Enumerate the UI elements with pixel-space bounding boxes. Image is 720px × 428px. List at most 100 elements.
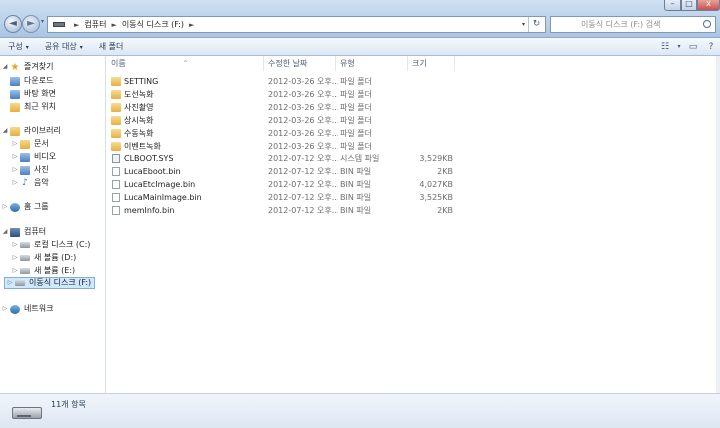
expand-icon[interactable]: ▷ (10, 239, 20, 251)
title-bar: – □ x ◄ ► ▾ ► 컴퓨터 ► 이동식 디스크 (F:) ► ▾ ↻ 이… (0, 0, 720, 38)
column-header-type[interactable]: 유형 (336, 56, 408, 71)
sidebar-item-pictures[interactable]: ▷ 사진 (10, 164, 49, 176)
sidebar-item-local-disk-c[interactable]: ▷ 로컬 디스크 (C:) (10, 239, 91, 251)
column-header-date[interactable]: 수정한 날짜 (264, 56, 336, 71)
file-icon (112, 193, 120, 203)
back-button[interactable]: ◄ (4, 15, 22, 33)
folder-icon (111, 102, 121, 112)
file-type: 파일 폴더 (340, 89, 372, 99)
file-name: 도선녹화 (124, 89, 154, 99)
expanded-icon[interactable]: ◢ (0, 125, 10, 137)
column-header-name[interactable]: 이름 ^ (107, 56, 264, 71)
breadcrumb-computer[interactable]: 컴퓨터 (84, 19, 106, 30)
file-name: 상시녹화 (124, 115, 154, 125)
file-date: 2012-03-26 오후... (268, 128, 338, 138)
expand-icon[interactable]: ▷ (10, 138, 20, 150)
breadcrumb-removable-disk[interactable]: 이동식 디스크 (F:) (122, 19, 184, 30)
search-icon[interactable] (703, 20, 711, 28)
recent-pages-dropdown[interactable]: ▾ (41, 18, 44, 25)
file-row[interactable]: LucaEboot.bin 2012-07-12 오후... BIN 파일 2KB (107, 165, 467, 178)
minimize-button[interactable]: – (664, 0, 681, 11)
sidebar-item-label: 새 볼륨 (E:) (34, 266, 76, 275)
preview-pane-icon[interactable]: ▭ (684, 38, 702, 56)
sidebar-item-downloads[interactable]: 다운로드 (10, 75, 53, 87)
close-button[interactable]: x (697, 0, 720, 11)
expand-icon[interactable]: ▷ (10, 164, 20, 176)
sidebar-item-videos[interactable]: ▷ 비디오 (10, 151, 56, 163)
sidebar-item-network[interactable]: ▷ 네트워크 (0, 303, 53, 315)
expand-icon[interactable]: ▷ (10, 252, 20, 264)
address-bar[interactable]: ► 컴퓨터 ► 이동식 디스크 (F:) ► ▾ ↻ (47, 16, 546, 33)
expand-icon[interactable]: ▷ (10, 151, 20, 163)
file-row[interactable]: 수동녹화 2012-03-26 오후... 파일 폴더 (107, 127, 467, 140)
navigation-pane[interactable]: ◢ ★ 즐겨찾기 다운로드 바탕 화면 최근 위치 ◢ 라이브러리 ▷ 문서 ▷… (0, 56, 106, 393)
sidebar-item-homegroup[interactable]: ▷ 홈 그룹 (0, 201, 49, 213)
minimize-icon: – (670, 0, 675, 8)
sidebar-item-recent-places[interactable]: 최근 위치 (10, 101, 56, 113)
file-date: 2012-03-26 오후... (268, 141, 338, 151)
file-row[interactable]: CLBOOT.SYS 2012-07-12 오후... 시스템 파일 3,529KB (107, 152, 467, 165)
file-row[interactable]: LucaEtcImage.bin 2012-07-12 오후... BIN 파일 4,… (107, 178, 467, 191)
view-options-dropdown[interactable]: ▾ (674, 38, 684, 56)
expanded-icon[interactable]: ◢ (0, 226, 10, 238)
sort-ascending-icon: ^ (183, 60, 189, 67)
column-header-size[interactable]: 크기 (408, 56, 455, 71)
maximize-button[interactable]: □ (681, 0, 697, 11)
expanded-icon[interactable]: ◢ (0, 61, 10, 73)
file-row[interactable]: memInfo.bin 2012-07-12 오후... BIN 파일 2KB (107, 204, 467, 217)
sidebar-item-music[interactable]: ▷ ♪ 음악 (10, 177, 49, 189)
file-date: 2012-07-12 오후... (268, 206, 338, 215)
column-label: 수정한 날짜 (268, 59, 308, 68)
file-date: 2012-07-12 오후... (268, 154, 338, 164)
file-row[interactable]: 도선녹화 2012-03-26 오후... 파일 폴더 (107, 88, 467, 101)
sidebar-item-favorites[interactable]: ◢ ★ 즐겨찾기 (0, 61, 54, 73)
new-folder-button[interactable]: 새 폴더 (91, 38, 132, 56)
sidebar-item-label: 다운로드 (24, 76, 54, 85)
sidebar-item-removable-disk-f[interactable]: ▷ 이동식 디스크 (F:) (4, 277, 95, 289)
search-placeholder: 이동식 디스크 (F:) 검색 (581, 20, 661, 29)
sidebar-item-documents[interactable]: ▷ 문서 (10, 138, 49, 150)
sidebar-item-volume-d[interactable]: ▷ 새 볼륨 (D:) (10, 252, 77, 264)
expand-icon[interactable]: ▷ (0, 201, 10, 213)
refresh-button[interactable]: ↻ (528, 17, 544, 32)
hard-drive-icon (20, 268, 30, 274)
breadcrumb-separator[interactable]: ► (111, 21, 116, 29)
folder-icon (111, 128, 121, 138)
expand-icon[interactable]: ▷ (10, 265, 20, 277)
file-row[interactable]: LucaMainImage.bin 2012-07-12 오후... BIN 파일 3… (107, 191, 467, 204)
downloads-icon (10, 76, 20, 86)
organize-button[interactable]: 구성 ▾ (0, 38, 37, 56)
sidebar-item-label: 홈 그룹 (24, 202, 49, 211)
breadcrumb-separator[interactable]: ► (189, 21, 194, 29)
sidebar-item-libraries[interactable]: ◢ 라이브러리 (0, 125, 61, 137)
address-dropdown-icon[interactable]: ▾ (522, 21, 525, 28)
file-list[interactable]: 이름 ^ 수정한 날짜 유형 크기 SETTING 2012-03-26 오후..… (107, 56, 720, 393)
change-view-icon[interactable]: ☷ (656, 38, 674, 56)
expand-icon[interactable]: ▷ (0, 303, 10, 315)
file-row[interactable]: SETTING 2012-03-26 오후... 파일 폴더 (107, 75, 467, 88)
sidebar-item-computer[interactable]: ◢ 컴퓨터 (0, 226, 46, 238)
organize-label: 구성 (8, 41, 23, 51)
share-with-button[interactable]: 공유 대상 ▾ (37, 38, 91, 56)
forward-button[interactable]: ► (22, 15, 40, 33)
sidebar-item-desktop[interactable]: 바탕 화면 (10, 88, 56, 100)
new-folder-label: 새 폴더 (98, 41, 124, 51)
file-date: 2012-07-12 오후... (268, 193, 338, 203)
help-icon[interactable]: ? (702, 38, 720, 56)
sidebar-item-volume-e[interactable]: ▷ 새 볼륨 (E:) (10, 265, 75, 277)
file-row[interactable]: 상시녹화 2012-03-26 오후... 파일 폴더 (107, 114, 467, 127)
sidebar-item-label: 네트워크 (24, 304, 54, 313)
pictures-icon (20, 165, 30, 175)
file-type: 파일 폴더 (340, 77, 372, 86)
breadcrumb-separator[interactable]: ► (74, 21, 79, 29)
file-date: 2012-07-12 오후... (268, 180, 338, 190)
expand-icon[interactable]: ▷ (5, 277, 15, 289)
file-row[interactable]: 사진촬영 2012-03-26 오후... 파일 폴더 (107, 101, 467, 114)
file-row[interactable]: 이벤트녹화 2012-03-26 오후... 파일 폴더 (107, 140, 467, 153)
sidebar-item-label: 바탕 화면 (24, 89, 56, 98)
file-size: 2KB (437, 206, 453, 215)
music-icon: ♪ (22, 177, 28, 188)
search-input[interactable]: 이동식 디스크 (F:) 검색 (550, 16, 716, 33)
back-arrow-icon: ◄ (9, 18, 17, 29)
expand-icon[interactable]: ▷ (10, 177, 20, 189)
